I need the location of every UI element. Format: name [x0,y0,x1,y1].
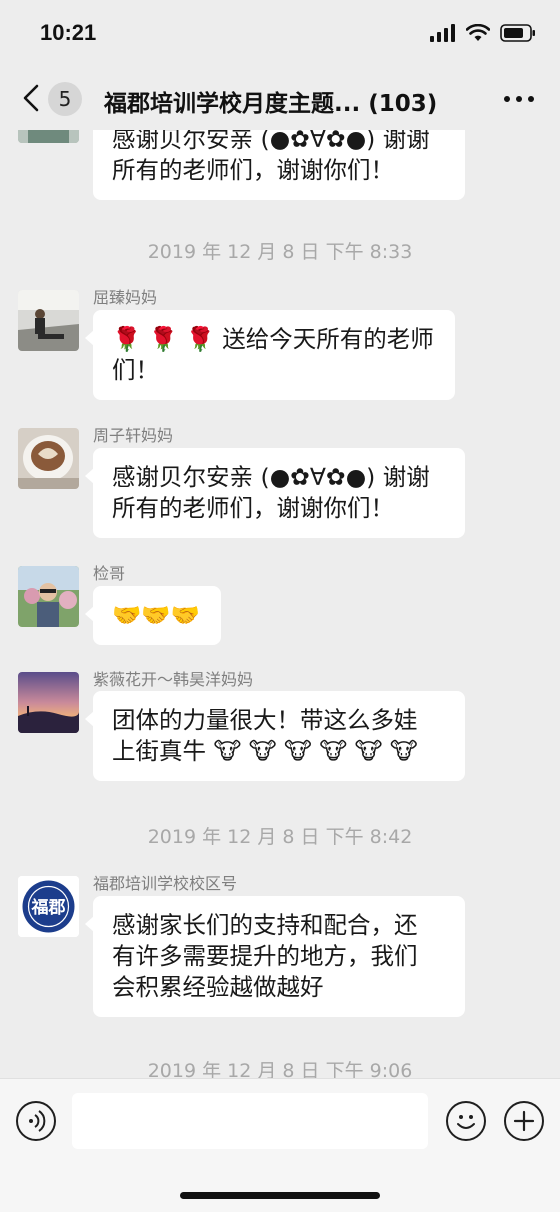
battery-icon [500,24,535,42]
message-text-line: 们！ [112,356,159,384]
message-text-line: 团体的力量很大！带这么多娃 [112,706,418,734]
message-input[interactable] [72,1093,428,1149]
home-indicator [180,1192,380,1199]
message-bubble[interactable]: 感谢贝尔安亲 (●✿∀✿●) 谢谢 所有的老师们，谢谢你们！ [85,448,465,538]
status-icons [430,24,536,42]
message-text-line: 有许多需要提升的地方，我们 [112,942,418,970]
more-functions-button[interactable] [504,1101,544,1141]
input-bar [0,1078,560,1212]
more-options-icon[interactable] [504,96,534,102]
unread-count-badge[interactable]: 5 [48,82,82,116]
message-bubble[interactable]: 🌹 🌹 🌹 送给今天所有的老师 们！ [85,310,455,400]
voice-button[interactable] [16,1101,56,1141]
message-timestamp: 2019 年 12 月 8 日 下午 8:42 [147,826,413,848]
message-text-line: 🤝🤝🤝 [112,601,200,629]
message-text-line: 所有的老师们，谢谢你们！ [112,494,394,522]
message-text-line: 🌹 🌹 🌹 送给今天所有的老师 [112,325,434,353]
back-chevron-icon[interactable] [20,84,42,112]
voice-icon [29,1110,46,1132]
message-bubble[interactable]: 🤝🤝🤝 [85,586,221,645]
avatar[interactable] [18,672,79,733]
message-bubble[interactable]: 感谢贝尔安亲 (●✿∀✿●) 谢谢 所有的老师们，谢谢你们！ [93,130,465,200]
message-bubble[interactable]: 团体的力量很大！带这么多娃 上街真牛 🐮 🐮 🐮 🐮 🐮 🐮 [85,691,465,781]
message-text-line: 所有的老师们，谢谢你们！ [112,156,394,184]
chat-header: 5 福郡培训学校月度主题... (103) [0,66,560,130]
sender-name: 周子轩妈妈 [93,426,174,445]
avatar[interactable] [18,428,79,489]
message-text-line: 上街真牛 🐮 🐮 🐮 🐮 🐮 🐮 [112,737,418,765]
message-timestamp: 2019 年 12 月 8 日 下午 8:33 [147,241,413,263]
sender-name: 屈臻妈妈 [93,288,158,307]
plus-icon [513,1110,535,1132]
message-text-line: 感谢贝尔安亲 (●✿∀✿●) 谢谢 [112,130,430,153]
message-text-line: 感谢贝尔安亲 (●✿∀✿●) 谢谢 [112,463,430,491]
signal-icon [430,24,455,42]
message-timestamp: 2019 年 12 月 8 日 下午 9:06 [147,1060,413,1078]
chat-messages[interactable]: 感谢贝尔安亲 (●✿∀✿●) 谢谢 所有的老师们，谢谢你们！ 2019 年 12… [0,130,560,1078]
message-bubble[interactable]: 感谢家长们的支持和配合，还 有许多需要提升的地方，我们 会积累经验越做越好 [85,896,465,1017]
message-text-line: 感谢家长们的支持和配合，还 [112,911,418,939]
status-bar: 10:21 [0,0,560,66]
chat-title: 福郡培训学校月度主题... (103) [104,91,438,117]
sender-name: 紫薇花开～韩昊洋妈妈 [93,670,254,689]
sender-name: 福郡培训学校校区号 [93,874,238,893]
status-time: 10:21 [40,20,97,45]
message-text-line: 会积累经验越做越好 [112,973,324,1001]
avatar[interactable]: 福郡 [18,876,79,937]
emoji-button[interactable] [446,1101,486,1141]
wifi-icon [466,24,490,41]
avatar[interactable] [18,566,79,627]
smiley-icon [457,1115,475,1129]
school-logo-text: 福郡 [31,897,66,918]
sender-name: 检哥 [93,564,126,583]
avatar[interactable] [18,130,79,143]
avatar[interactable] [18,290,79,351]
